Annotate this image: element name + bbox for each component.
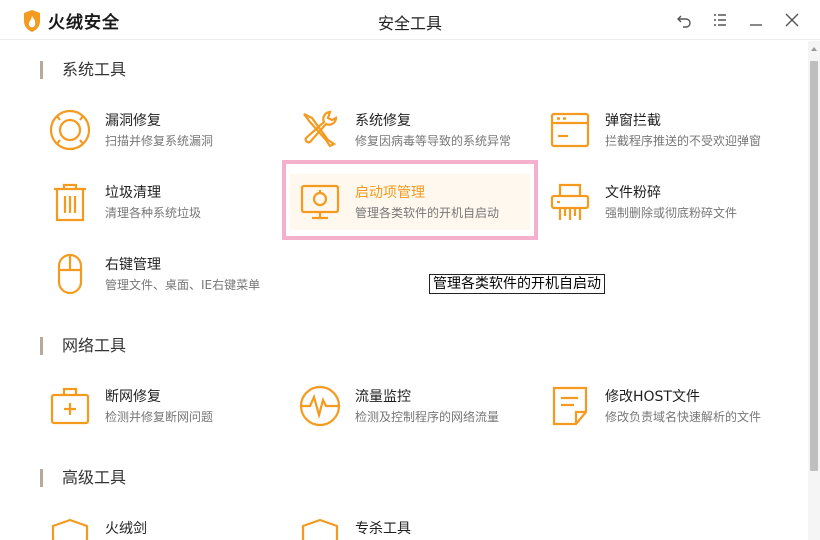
document-edit-icon [548,384,592,428]
mouse-icon [48,252,92,296]
shield-icon [48,516,92,540]
tool-network-repair[interactable]: 断网修复 检测并修复断网问题 [40,378,280,434]
tool-popup-block[interactable]: 弹窗拦截 拦截程序推送的不受欢迎弹窗 [540,102,780,158]
trash-icon [48,180,92,224]
tool-desc: 扫描并修复系统漏洞 [105,134,214,148]
flame-logo-icon [24,9,40,32]
tool-name: 火绒剑 [105,521,147,537]
app-logo: 火绒安全 [22,8,120,33]
lifebuoy-icon [48,108,92,152]
tool-file-shred[interactable]: 文件粉碎 强制删除或彻底粉碎文件 [540,174,780,230]
tool-special-killer[interactable]: 专杀工具 [290,510,530,540]
back-button[interactable] [672,8,696,32]
vertical-scrollbar[interactable] [808,41,820,540]
section-title-advanced: 高级工具 [40,468,126,488]
pulse-monitor-icon [298,384,342,428]
tool-name: 专杀工具 [355,521,411,537]
popup-window-icon [548,108,592,152]
minimize-icon [750,24,762,26]
tool-huorong-sword[interactable]: 火绒剑 [40,510,280,540]
list-menu-icon [714,14,726,26]
tooltip: 管理各类软件的开机自启动 [429,274,605,294]
tool-desc: 管理文件、桌面、IE右键菜单 [105,278,261,292]
section-title-network: 网络工具 [40,336,126,356]
tool-context-menu[interactable]: 右键管理 管理文件、桌面、IE右键菜单 [40,246,280,302]
section-title-system: 系统工具 [40,60,126,80]
startup-monitor-icon [298,180,342,224]
shield-icon [298,516,342,540]
tool-desc: 拦截程序推送的不受欢迎弹窗 [605,134,762,148]
tool-name: 弹窗拦截 [605,113,661,129]
app-brand: 火绒安全 [48,13,120,33]
tool-traffic-monitor[interactable]: 流量监控 检测及控制程序的网络流量 [290,378,530,434]
tool-name: 系统修复 [355,113,411,129]
tool-system-repair[interactable]: 系统修复 修复因病毒等导致的系统异常 [290,102,530,158]
tool-desc: 检测并修复断网问题 [105,410,214,424]
minimize-button[interactable] [744,8,768,32]
title-bar: 火绒安全 安全工具 [0,0,820,40]
scroll-up-arrow-icon[interactable] [810,45,818,53]
tool-host-edit[interactable]: 修改HOST文件 修改负责域名快速解析的文件 [540,378,780,434]
tools-panel: 系统工具 漏洞修复 扫描并修复系统漏洞 系统修复 修复因病毒等导致的系统异常 弹… [0,41,808,540]
undo-icon [677,15,691,28]
tool-name: 修改HOST文件 [605,389,700,405]
tool-junk-clean[interactable]: 垃圾清理 清理各种系统垃圾 [40,174,280,230]
medkit-icon [48,384,92,428]
tool-desc: 清理各种系统垃圾 [105,206,202,220]
tool-desc: 修改负责域名快速解析的文件 [605,410,762,424]
tool-desc: 检测及控制程序的网络流量 [355,410,500,424]
wrench-screwdriver-icon [298,108,342,152]
close-button[interactable] [780,8,804,32]
close-icon [785,13,799,27]
scroll-thumb[interactable] [810,61,818,471]
tool-name: 文件粉碎 [605,185,661,201]
tool-name: 垃圾清理 [105,185,161,201]
shredder-icon [548,180,592,224]
tool-vuln-fix[interactable]: 漏洞修复 扫描并修复系统漏洞 [40,102,280,158]
window-title: 安全工具 [377,14,442,33]
tool-desc: 管理各类软件的开机自启动 [355,206,500,220]
tool-name: 断网修复 [105,389,161,405]
tool-desc: 修复因病毒等导致的系统异常 [355,134,512,148]
tool-name: 流量监控 [355,389,411,405]
tool-name: 启动项管理 [355,185,425,201]
tool-name: 右键管理 [105,257,161,273]
menu-button[interactable] [708,8,732,32]
tool-name: 漏洞修复 [105,113,161,129]
tool-desc: 强制删除或彻底粉碎文件 [605,206,738,220]
tool-startup-manager[interactable]: 启动项管理 管理各类软件的开机自启动 [290,174,530,230]
